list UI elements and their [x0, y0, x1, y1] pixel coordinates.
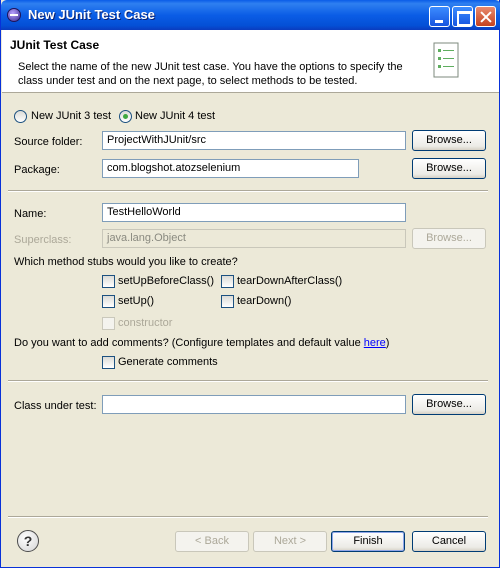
- name-input[interactable]: TestHelloWorld: [102, 203, 406, 222]
- constructor-label: constructor: [118, 317, 173, 329]
- superclass-label: Superclass:: [14, 234, 72, 246]
- superclass-input: java.lang.Object: [102, 229, 406, 248]
- package-browse-button[interactable]: Browse...: [412, 158, 486, 179]
- configure-templates-link[interactable]: here: [364, 337, 386, 349]
- teardown-after-class-checkbox[interactable]: [221, 275, 234, 288]
- maximize-button[interactable]: [452, 6, 473, 27]
- minimize-button[interactable]: [429, 6, 450, 27]
- setup-before-class-label[interactable]: setUpBeforeClass(): [118, 275, 214, 287]
- separator: [8, 516, 488, 518]
- dialog-window: New JUnit Test Case JUnit Test Case Sele…: [0, 0, 500, 568]
- source-folder-input[interactable]: ProjectWithJUnit/src: [102, 131, 406, 150]
- stubs-question: Which method stubs would you like to cre…: [14, 256, 238, 268]
- close-button[interactable]: [475, 6, 496, 27]
- eclipse-icon: [7, 8, 21, 22]
- junit4-radio[interactable]: [119, 110, 132, 123]
- comments-question-close: ): [385, 337, 390, 349]
- junit3-label[interactable]: New JUnit 3 test: [31, 110, 111, 122]
- source-folder-label: Source folder:: [14, 136, 83, 148]
- teardown-label[interactable]: tearDown(): [237, 295, 291, 307]
- next-button: Next >: [253, 531, 327, 552]
- comments-question-text: Do you want to add comments? (Configure …: [14, 337, 364, 349]
- wizard-description: Select the name of the new JUnit test ca…: [18, 61, 403, 87]
- class-under-test-label: Class under test:: [14, 400, 97, 412]
- class-under-test-input[interactable]: [102, 395, 406, 414]
- wizard-header: JUnit Test Case Select the name of the n…: [2, 30, 499, 93]
- help-icon[interactable]: ?: [17, 530, 39, 552]
- constructor-checkbox: [102, 317, 115, 330]
- setup-label[interactable]: setUp(): [118, 295, 154, 307]
- setup-before-class-checkbox[interactable]: [102, 275, 115, 288]
- wizard-title: JUnit Test Case: [10, 38, 100, 52]
- separator: [8, 190, 488, 192]
- comments-question: Do you want to add comments? (Configure …: [14, 337, 389, 349]
- title-bar[interactable]: New JUnit Test Case: [1, 0, 500, 30]
- generate-comments-checkbox[interactable]: [102, 356, 115, 369]
- class-under-test-browse-button[interactable]: Browse...: [412, 394, 486, 415]
- junit3-radio[interactable]: [14, 110, 27, 123]
- window-title: New JUnit Test Case: [28, 7, 155, 22]
- package-input[interactable]: com.blogshot.atozselenium: [102, 159, 359, 178]
- superclass-browse-button: Browse...: [412, 228, 486, 249]
- name-label: Name:: [14, 208, 47, 220]
- cancel-button[interactable]: Cancel: [412, 531, 486, 552]
- generate-comments-label[interactable]: Generate comments: [118, 356, 218, 368]
- source-folder-browse-button[interactable]: Browse...: [412, 130, 486, 151]
- junit-wizard-icon: [433, 42, 459, 78]
- finish-button[interactable]: Finish: [331, 531, 405, 552]
- back-button: < Back: [175, 531, 249, 552]
- teardown-after-class-label[interactable]: tearDownAfterClass(): [237, 275, 342, 287]
- setup-checkbox[interactable]: [102, 295, 115, 308]
- package-label: Package:: [14, 164, 60, 176]
- teardown-checkbox[interactable]: [221, 295, 234, 308]
- junit4-label[interactable]: New JUnit 4 test: [135, 110, 215, 122]
- separator: [8, 380, 488, 382]
